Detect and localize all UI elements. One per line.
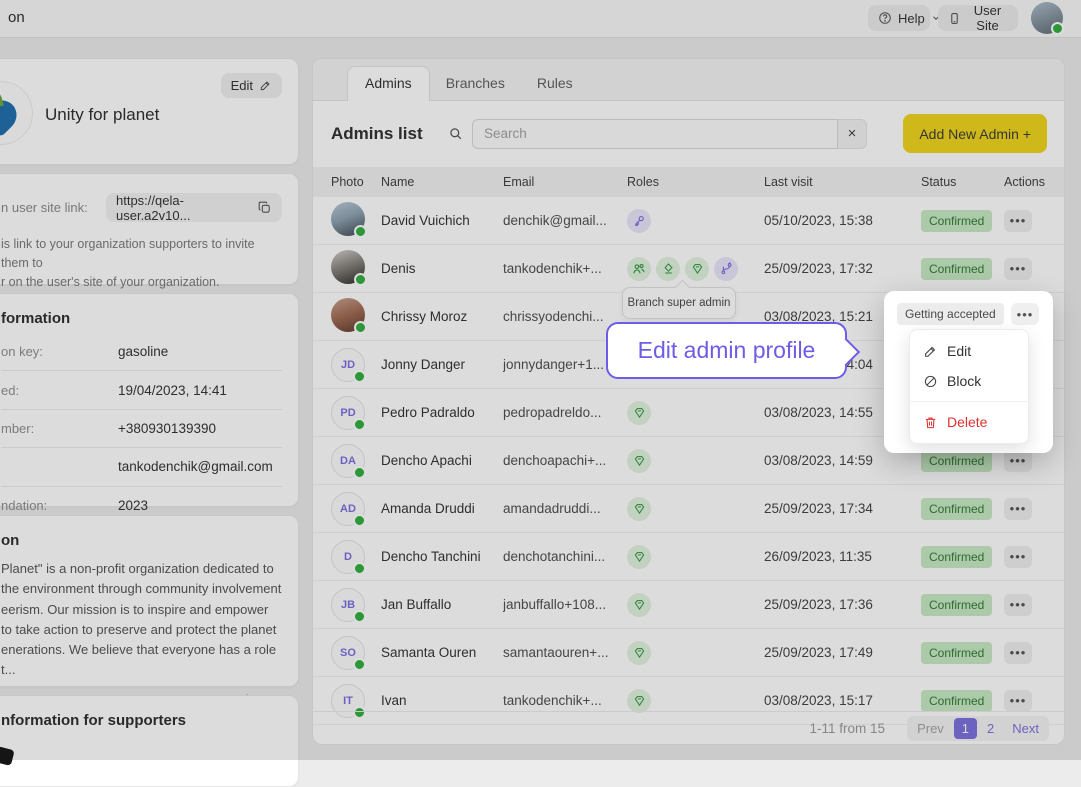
row-actions-button[interactable]: •••: [1011, 303, 1039, 325]
actions-spotlight: Getting accepted ••• Edit Block Delete: [884, 291, 1053, 453]
menu-item-block[interactable]: Block: [910, 366, 1028, 396]
menu-item-edit[interactable]: Edit: [910, 336, 1028, 366]
menu-item-delete[interactable]: Delete: [910, 407, 1028, 437]
status-badge: Getting accepted: [897, 303, 1004, 325]
trash-icon: [923, 415, 938, 430]
onboarding-callout: Edit admin profile: [606, 322, 847, 379]
callout-text: Edit admin profile: [638, 337, 816, 364]
row-context-menu: Edit Block Delete: [909, 329, 1029, 444]
block-icon: [923, 374, 938, 389]
pencil-icon: [923, 344, 938, 359]
menu-divider: [910, 401, 1028, 402]
